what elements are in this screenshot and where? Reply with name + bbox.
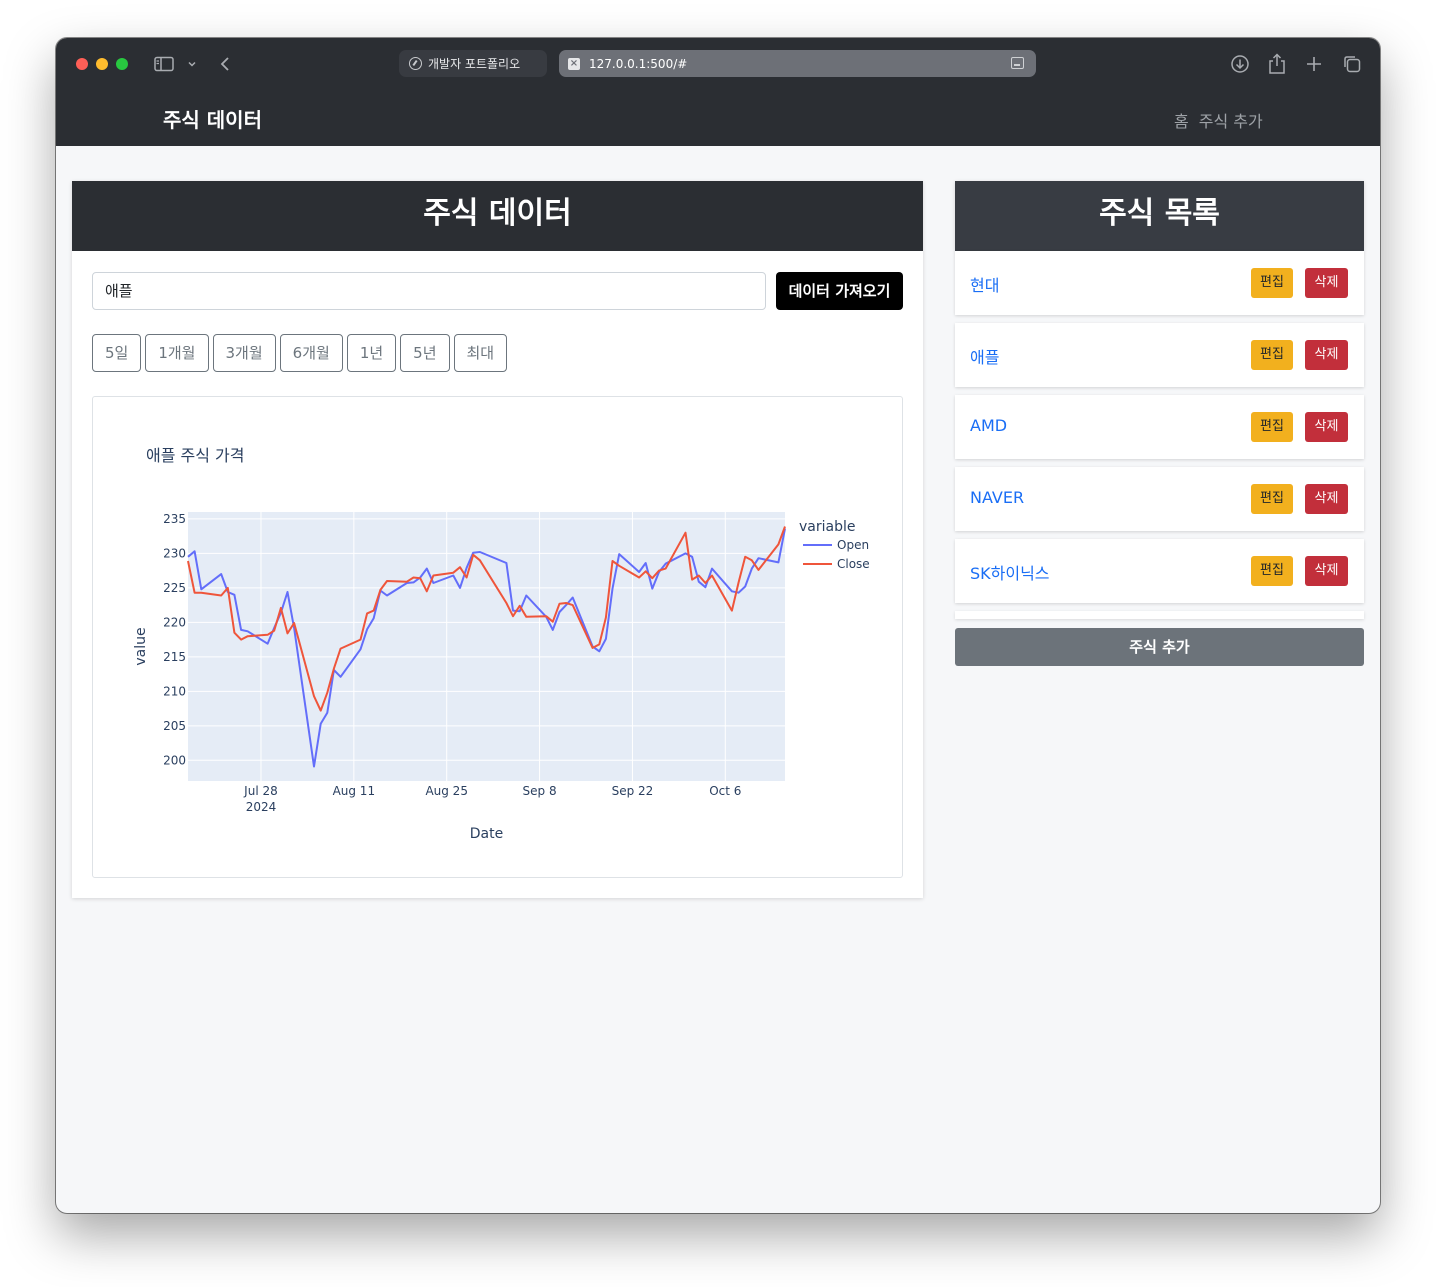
sidebar-toggle-icon[interactable] [153,52,175,76]
edit-stock-button[interactable]: 편집 [1251,484,1293,514]
x-tick-label: Aug 25 [425,784,468,798]
x-tick-label: Oct 6 [709,784,741,798]
period-max-button[interactable]: 최대 [453,334,508,372]
new-tab-plus-icon[interactable] [1304,52,1324,76]
compass-icon [409,57,422,70]
stock-list-item: AMD 편집 삭제 [955,395,1364,459]
y-tick-label: 230 [163,546,186,560]
plot-background [188,512,785,781]
browser-window: 개발자 포트폴리오 × 127.0.0.1:500/# 주식 데이터 홈 주식 … [56,38,1380,1213]
period-1m-button[interactable]: 1개월 [145,334,209,372]
y-axis-label: value [133,627,149,665]
period-5y-button[interactable]: 5년 [400,334,450,372]
tab-overview-icon[interactable] [1341,52,1363,76]
nav-link-home[interactable]: 홈 [1174,108,1189,132]
delete-stock-button[interactable]: 삭제 [1305,484,1348,514]
back-arrow-icon[interactable] [218,52,232,76]
period-5d-button[interactable]: 5일 [92,334,142,372]
x-tick-label: Jul 28 [243,784,278,798]
y-tick-label: 235 [163,512,186,526]
x-tick-label: Sep 22 [612,784,654,798]
nav-links: 홈 주식 추가 [1174,108,1263,132]
browser-tab-active[interactable]: × 127.0.0.1:500/# [559,50,1036,77]
app-navbar: 주식 데이터 홈 주식 추가 [56,90,1380,146]
stock-data-card: 주식 데이터 애플 데이터 가져오기 5일 1개월 3개월 6개월 1년 5년 … [72,181,923,898]
x-tick-label: 2024 [246,800,277,814]
period-3m-button[interactable]: 3개월 [212,334,276,372]
y-tick-label: 220 [163,615,186,629]
stock-list-item: 현대 편집 삭제 [955,251,1364,315]
y-tick-label: 225 [163,581,186,595]
delete-stock-button[interactable]: 삭제 [1305,268,1348,298]
edit-stock-button[interactable]: 편집 [1251,412,1293,442]
delete-stock-button[interactable]: 삭제 [1305,340,1348,370]
stock-list-divider [955,611,1364,619]
minimize-window-button[interactable] [96,58,108,70]
close-tab-icon[interactable]: × [568,57,580,70]
period-6m-button[interactable]: 6개월 [279,334,343,372]
edit-stock-button[interactable]: 편집 [1251,556,1293,586]
download-icon[interactable] [1229,52,1251,76]
address-url[interactable]: 127.0.0.1:500/# [589,57,687,71]
legend-title: variable [799,519,855,535]
chart-title: 애플 주식 가격 [146,446,245,465]
add-stock-button[interactable]: 주식 추가 [955,628,1364,666]
tab-title: 개발자 포트폴리오 [428,57,521,71]
nav-link-add-stock[interactable]: 주식 추가 [1199,108,1263,132]
fetch-data-button[interactable]: 데이터 가져오기 [776,272,903,310]
legend-item-label: Close [837,557,870,571]
delete-stock-button[interactable]: 삭제 [1305,412,1348,442]
stock-search-input[interactable]: 애플 [92,272,766,310]
browser-tab-portfolio[interactable]: 개발자 포트폴리오 [399,50,547,77]
zoom-window-button[interactable] [116,58,128,70]
stock-name-link[interactable]: 애플 [970,344,999,368]
navbar-brand[interactable]: 주식 데이터 [163,104,262,133]
y-tick-label: 215 [163,650,186,664]
stock-name-link[interactable]: 현대 [970,272,999,296]
price-chart-container: 200 205 210 215 220 225 230 235 Jul 28 2024 Aug 11… [92,396,903,878]
stock-list-item: 애플 편집 삭제 [955,323,1364,387]
reader-icon[interactable] [1011,57,1024,69]
x-tick-label: Sep 8 [523,784,557,798]
x-axis-label: Date [470,826,503,842]
stock-name-link[interactable]: AMD [970,416,1007,435]
edit-stock-button[interactable]: 편집 [1251,268,1293,298]
period-button-group: 5일 1개월 3개월 6개월 1년 5년 최대 [92,334,508,372]
delete-stock-button[interactable]: 삭제 [1305,556,1348,586]
y-tick-label: 210 [163,684,186,698]
x-tick-label: Aug 11 [333,784,376,798]
stock-data-title: 주식 데이터 [72,181,923,251]
stock-list-title: 주식 목록 [955,181,1364,251]
period-1y-button[interactable]: 1년 [346,334,397,372]
stock-list-item: NAVER 편집 삭제 [955,467,1364,531]
stock-name-link[interactable]: NAVER [970,488,1024,507]
stock-list-card: 주식 목록 현대 편집 삭제 애플 편집 삭제 AMD 편집 삭제 NAVER … [955,181,1364,666]
legend-item-label: Open [837,538,869,552]
y-tick-label: 205 [163,719,186,733]
y-tick-label: 200 [163,753,186,767]
price-chart[interactable]: 200 205 210 215 220 225 230 235 Jul 28 2024 Aug 11… [93,397,902,877]
stock-list-item: SK하이닉스 편집 삭제 [955,539,1364,603]
stock-name-link[interactable]: SK하이닉스 [970,560,1050,584]
close-window-button[interactable] [76,58,88,70]
share-icon[interactable] [1266,52,1288,76]
browser-titlebar: 개발자 포트폴리오 × 127.0.0.1:500/# [56,38,1380,90]
edit-stock-button[interactable]: 편집 [1251,340,1293,370]
chevron-down-icon[interactable] [185,52,199,76]
